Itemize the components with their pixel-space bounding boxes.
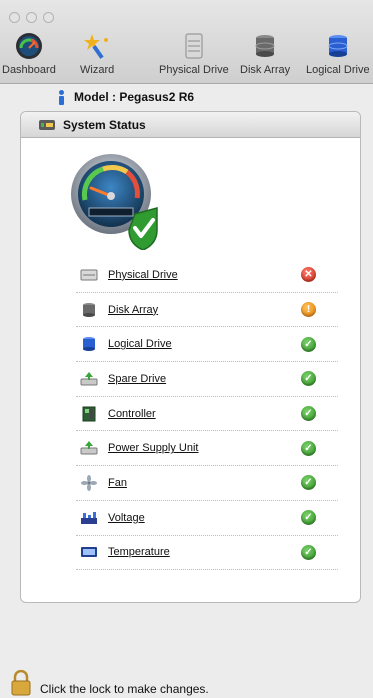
toolbar-wizard-button[interactable]: Wizard (80, 32, 114, 76)
status-row[interactable]: Temperature ✓ (76, 536, 338, 571)
minimize-button[interactable] (26, 12, 37, 23)
toolbar-logical-drive-button[interactable]: Logical Drive (306, 32, 370, 76)
toolbar-physical-drive-label: Physical Drive (159, 64, 229, 76)
logical-drive-icon (324, 32, 352, 60)
zoom-button[interactable] (43, 12, 54, 23)
status-link[interactable]: Spare Drive (108, 373, 166, 385)
status-row[interactable]: Voltage ✓ (76, 501, 338, 536)
lock-icon[interactable] (11, 669, 31, 696)
toolbar-dashboard-label: Dashboard (2, 64, 56, 76)
toolbar-logical-drive-label: Logical Drive (306, 64, 370, 76)
model-line: Model : Pegasus2 R6 (57, 88, 194, 106)
physical-drive-icon (180, 32, 208, 60)
status-link[interactable]: Voltage (108, 512, 145, 524)
ok-status-icon: ✓ (301, 406, 316, 422)
status-row[interactable]: Disk Array! (76, 293, 338, 328)
panel-title: System Status (63, 117, 146, 132)
status-list: Physical Drive ✕ Disk Array! Logical Drive ✓… (76, 258, 338, 571)
status-row[interactable]: Logical Drive ✓ (76, 327, 338, 363)
logical-drive-icon (80, 336, 98, 352)
status-row[interactable]: Fan ✓ (76, 466, 338, 501)
model-text: Model : Pegasus2 R6 (74, 90, 195, 104)
status-link[interactable]: Controller (108, 408, 156, 420)
status-link[interactable]: Power Supply Unit (108, 442, 199, 454)
dashboard-gauge-icon (15, 32, 43, 60)
status-link[interactable]: Logical Drive (108, 338, 172, 350)
toolbar-disk-array-button[interactable]: Disk Array (240, 32, 290, 76)
wizard-icon (83, 32, 111, 60)
status-link[interactable]: Temperature (108, 546, 170, 558)
status-row[interactable]: Spare Drive ✓ (76, 362, 338, 397)
fan-icon (80, 474, 98, 491)
window-toolbar: Dashboard Wizard Physical Drive Disk Arr… (0, 0, 373, 84)
ok-status-icon: ✓ (301, 544, 316, 560)
status-link[interactable]: Fan (108, 477, 127, 489)
panel-header: System Status (21, 112, 360, 138)
lock-bar: Click the lock to make changes. (0, 668, 373, 698)
disk-array-icon (251, 32, 279, 60)
ok-status-icon: ✓ (301, 371, 316, 387)
voltage-icon (80, 510, 98, 526)
status-row[interactable]: Controller ✓ (76, 397, 338, 432)
disk-array-icon (80, 302, 98, 318)
warning-status-icon: ! (301, 302, 316, 318)
info-icon (57, 89, 66, 105)
window-controls (9, 12, 54, 23)
physical-drive-icon (80, 267, 98, 283)
lock-text: Click the lock to make changes. (40, 682, 209, 696)
toolbar-physical-drive-button[interactable]: Physical Drive (159, 32, 229, 76)
system-status-icon (39, 119, 55, 130)
ok-status-icon: ✓ (301, 440, 316, 456)
status-row[interactable]: Power Supply Unit ✓ (76, 431, 338, 467)
controller-icon (80, 406, 98, 422)
toolbar-dashboard-button[interactable]: Dashboard (2, 32, 56, 76)
system-status-panel: System Status Physical Drive ✕ Disk Arra… (20, 111, 361, 603)
power-supply-icon (80, 440, 98, 456)
system-health-gauge-icon (69, 150, 169, 251)
ok-status-icon: ✓ (301, 510, 316, 526)
toolbar-wizard-label: Wizard (80, 64, 115, 76)
ok-status-icon: ✓ (301, 475, 316, 491)
toolbar-disk-array-label: Disk Array (240, 64, 291, 76)
ok-status-icon: ✓ (301, 336, 316, 352)
spare-drive-icon (80, 371, 98, 387)
close-button[interactable] (9, 12, 20, 23)
status-link[interactable]: Physical Drive (108, 269, 178, 281)
status-link[interactable]: Disk Array (108, 304, 158, 316)
temperature-icon (80, 544, 98, 560)
status-row[interactable]: Physical Drive ✕ (76, 258, 338, 293)
error-status-icon: ✕ (301, 267, 316, 283)
